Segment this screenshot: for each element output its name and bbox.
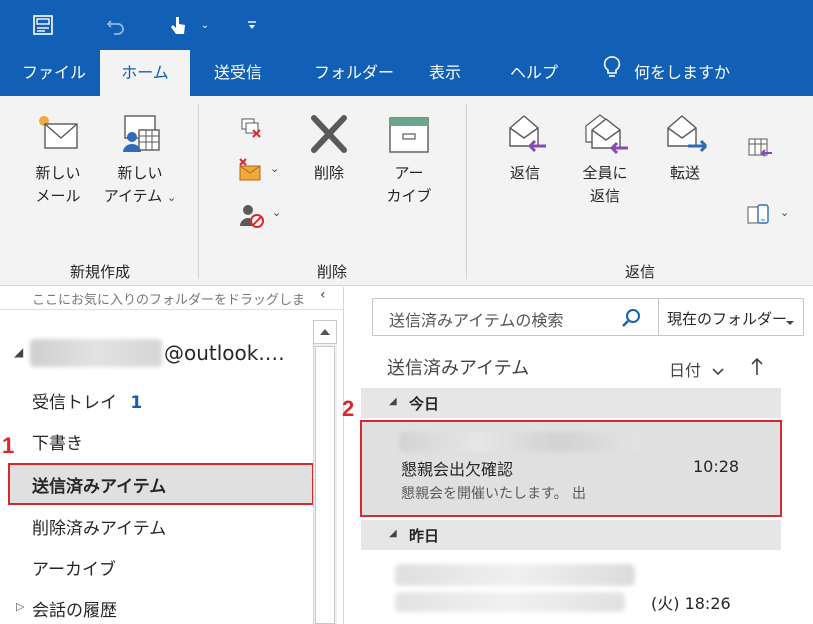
- reply-all-icon: [580, 112, 630, 156]
- tab-send-receive[interactable]: 送受信: [214, 50, 262, 96]
- annotation-number-1: 1: [2, 433, 15, 458]
- forward-button[interactable]: 転送: [652, 112, 718, 212]
- folder-deleted-items[interactable]: 削除済みアイテム: [32, 514, 166, 539]
- delete-x-icon: [306, 112, 352, 156]
- scroll-up-button[interactable]: [313, 320, 337, 344]
- folder-drafts[interactable]: 下書き: [32, 429, 83, 454]
- search-box[interactable]: 送信済みアイテムの検索 現在のフォルダー: [372, 298, 804, 336]
- new-items-button[interactable]: 新しい アイテム ⌄: [100, 112, 180, 222]
- search-scope-dropdown[interactable]: 現在のフォルダー: [667, 308, 803, 328]
- search-input[interactable]: 送信済みアイテムの検索: [389, 307, 563, 331]
- group-label-delete: 削除: [316, 263, 347, 281]
- junk-button[interactable]: ⌄: [238, 202, 286, 234]
- tab-home[interactable]: ホーム: [100, 50, 190, 96]
- account-name-blurred: [30, 339, 162, 367]
- new-mail-button[interactable]: 新しい メール: [22, 112, 94, 222]
- folder-archive[interactable]: アーカイブ: [32, 555, 116, 580]
- tab-file[interactable]: ファイル: [22, 50, 86, 96]
- divider: [0, 309, 343, 310]
- customize-toolbar-icon[interactable]: [242, 10, 262, 40]
- reply-icon: [500, 112, 550, 156]
- group-label-new: 新規作成: [69, 263, 130, 281]
- folder-conversation-history[interactable]: 会話の履歴: [32, 596, 117, 621]
- sender-name-blurred: [395, 564, 635, 586]
- unread-count: 1: [130, 393, 143, 413]
- highlight-box-message: [360, 420, 782, 517]
- annotation-number-2: 2: [342, 396, 355, 421]
- forward-icon: [660, 112, 710, 156]
- highlight-box-sent-folder: [8, 463, 314, 505]
- ignore-icon[interactable]: [238, 116, 264, 144]
- new-mail-icon: [35, 112, 81, 156]
- folder-inbox[interactable]: 受信トレイ 1: [32, 388, 142, 413]
- message-time: (火) 18:26: [651, 594, 731, 613]
- reply-all-button[interactable]: 全員に 返信: [572, 112, 638, 222]
- group-divider: [198, 104, 199, 279]
- sort-by-date-button[interactable]: 日付: [669, 357, 724, 381]
- group-header-today[interactable]: ◢ 今日: [361, 388, 781, 418]
- subject-blurred: [395, 592, 625, 612]
- more-respond-button[interactable]: ⌄: [746, 202, 794, 232]
- expand-triangle-icon[interactable]: ◢: [14, 345, 23, 359]
- collapse-triangle-icon: ◢: [389, 396, 397, 407]
- ribbon-tabs: ファイル ホーム 送受信 フォルダー 表示 ヘルプ 何をしますか: [0, 50, 813, 96]
- pane-divider: [343, 287, 344, 624]
- collapse-triangle-icon: ◢: [389, 528, 397, 539]
- search-icon[interactable]: [621, 307, 643, 333]
- message-list-title: 送信済みアイテム: [387, 358, 530, 379]
- scrollbar-thumb[interactable]: [315, 346, 335, 624]
- chevron-down-icon: ⌄: [272, 206, 282, 219]
- touch-mode-icon[interactable]: [164, 10, 192, 40]
- expand-triangle-icon[interactable]: ▷: [16, 600, 24, 613]
- sort-direction-arrow-icon[interactable]: [750, 356, 764, 380]
- outlook-window: ⌄ ファイル ホーム 送受信 フォルダー 表示 ヘルプ 何をしますか 新しい メ…: [0, 0, 813, 624]
- meeting-reply-icon[interactable]: [746, 136, 772, 164]
- cleanup-button[interactable]: ⌄: [236, 158, 284, 188]
- chevron-down-icon[interactable]: ⌄: [195, 10, 215, 40]
- tell-me-label: 何をしますか: [634, 63, 731, 82]
- favorites-drop-hint: ここにお気に入りのフォルダーをドラッグしま: [32, 293, 306, 308]
- undo-icon[interactable]: [101, 10, 131, 40]
- tell-me-box[interactable]: 何をしますか: [602, 50, 730, 96]
- folder-pane: ここにお気に入りのフォルダーをドラッグしま ‹ ◢ @outlook.… 受信ト…: [0, 287, 343, 624]
- message-item[interactable]: (火) 18:26: [361, 552, 781, 624]
- group-label-respond: 返信: [624, 263, 655, 281]
- chevron-down-icon: ⌄: [270, 162, 280, 175]
- tab-folder[interactable]: フォルダー: [314, 50, 394, 96]
- chevron-down-icon: ⌄: [780, 206, 790, 219]
- reply-button[interactable]: 返信: [492, 112, 558, 212]
- group-divider: [466, 104, 467, 279]
- title-bar: ⌄: [0, 0, 813, 50]
- divider: [658, 299, 659, 335]
- dropdown-arrow-icon: [785, 312, 795, 331]
- group-header-yesterday[interactable]: ◢ 昨日: [361, 520, 781, 550]
- tab-view[interactable]: 表示: [429, 50, 461, 96]
- collapse-pane-icon[interactable]: ‹: [320, 287, 326, 303]
- ribbon-home: 新しい メール 新しい アイテム ⌄ 新規作成 ⌄ ⌄ 削除 アー カイブ 削除…: [0, 96, 813, 286]
- chevron-down-icon: ⌄: [167, 191, 177, 204]
- lightbulb-icon: [602, 51, 622, 97]
- app-icon[interactable]: [28, 10, 58, 40]
- archive-button[interactable]: アー カイブ: [374, 112, 444, 222]
- account-suffix[interactable]: @outlook.…: [164, 341, 285, 365]
- chevron-down-icon: [712, 361, 724, 380]
- archive-box-icon: [386, 112, 432, 156]
- tab-help[interactable]: ヘルプ: [510, 50, 558, 96]
- delete-button[interactable]: 削除: [296, 112, 362, 212]
- new-items-icon: [117, 112, 163, 156]
